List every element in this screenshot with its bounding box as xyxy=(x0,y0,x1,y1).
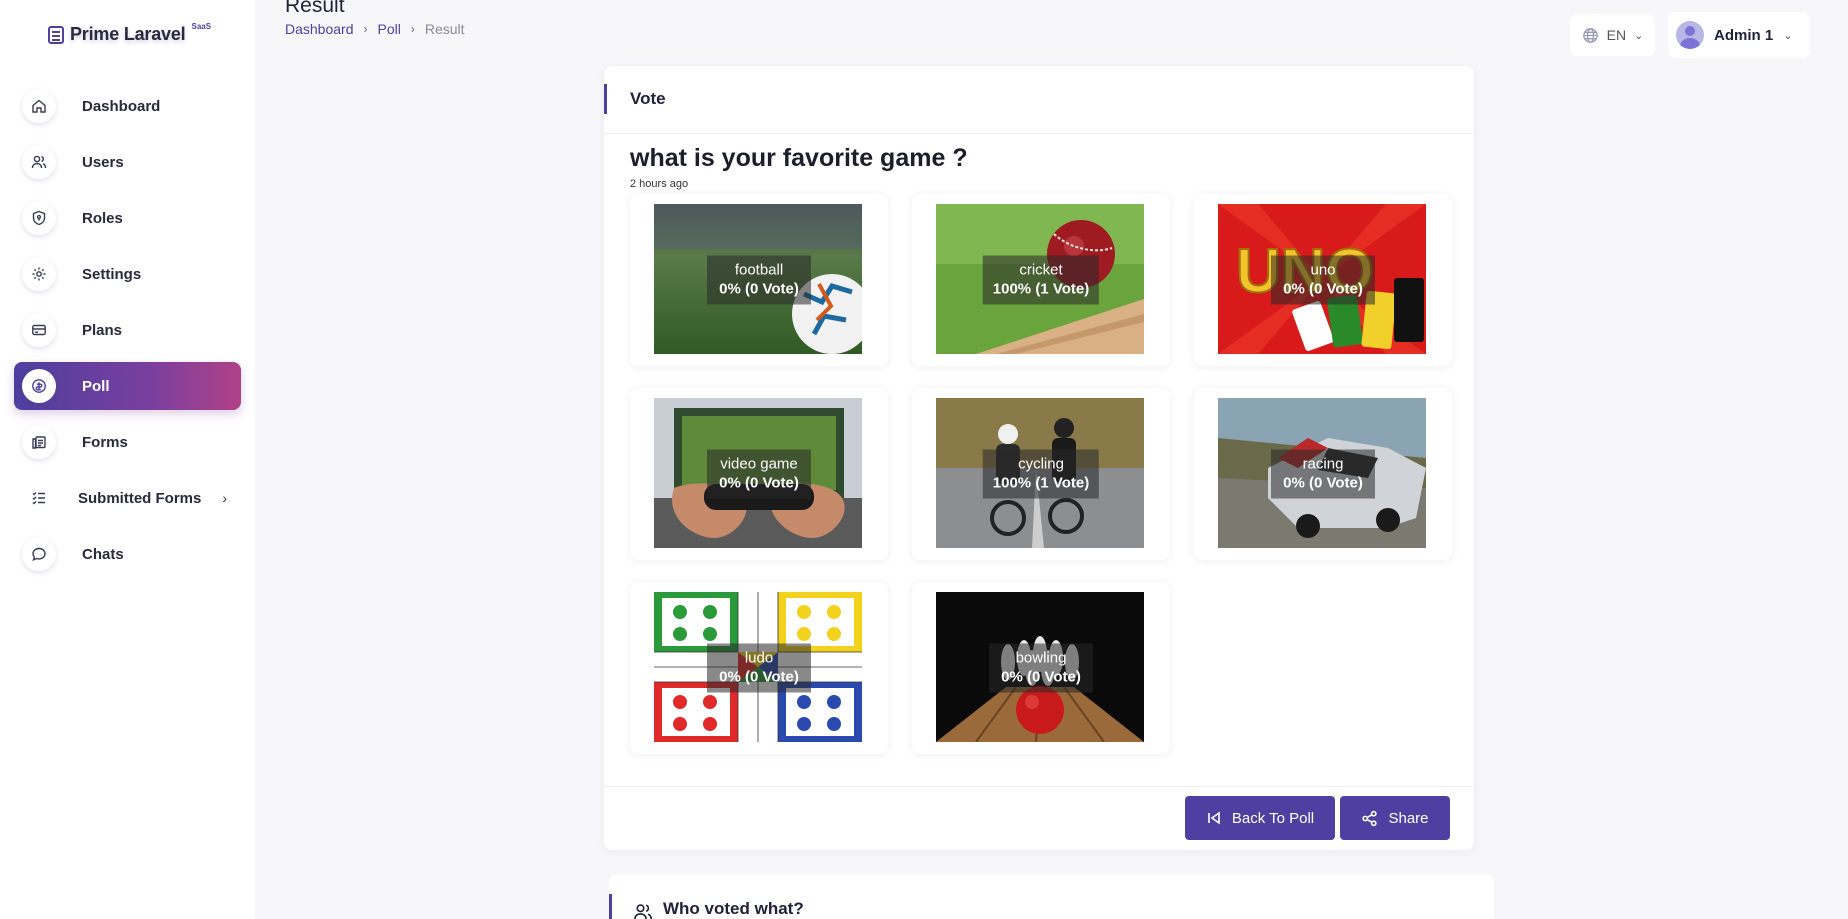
breadcrumb-poll[interactable]: Poll xyxy=(378,21,401,37)
option-result-overlay: uno 0% (0 Vote) xyxy=(1271,255,1375,305)
avatar xyxy=(1676,21,1704,49)
accent-bar xyxy=(609,894,612,919)
skip-back-icon xyxy=(1208,811,1220,825)
sidebar-item-users[interactable]: Users xyxy=(14,138,241,186)
sidebar-item-roles[interactable]: Roles xyxy=(14,194,241,242)
chevron-down-icon: ⌄ xyxy=(1634,29,1644,42)
option-result: 0% (0 Vote) xyxy=(1001,668,1081,686)
share-icon xyxy=(1362,810,1378,826)
share-label: Share xyxy=(1388,809,1429,827)
poll-option-cricket[interactable]: cricket 100% (1 Vote) xyxy=(912,194,1170,366)
option-result-overlay: bowling 0% (0 Vote) xyxy=(989,643,1093,693)
users-icon xyxy=(633,902,653,919)
option-result-overlay: racing 0% (0 Vote) xyxy=(1271,449,1375,499)
option-result: 0% (0 Vote) xyxy=(719,280,799,298)
sidebar-item-label: Forms xyxy=(82,433,128,451)
gear-icon xyxy=(22,257,56,291)
option-result-overlay: cricket 100% (1 Vote) xyxy=(982,255,1100,305)
option-result-overlay: cycling 100% (1 Vote) xyxy=(982,449,1100,499)
sidebar-item-label: Poll xyxy=(82,377,110,395)
option-result: 0% (0 Vote) xyxy=(719,668,799,686)
app-badge: SaaS xyxy=(191,22,212,31)
option-name: video game xyxy=(720,455,798,473)
poll-question: what is your favorite game ? xyxy=(630,144,968,172)
breadcrumb-result: Result xyxy=(424,21,465,37)
option-result: 100% (1 Vote) xyxy=(992,474,1090,492)
sidebar: Prime Laravel SaaS Dashboard Users Roles xyxy=(0,0,255,919)
option-name: racing xyxy=(1302,455,1344,473)
back-to-poll-label: Back To Poll xyxy=(1231,809,1315,827)
sidebar-item-chats[interactable]: Chats xyxy=(14,530,241,578)
breadcrumb-dashboard[interactable]: Dashboard xyxy=(285,21,354,37)
forms-icon xyxy=(22,425,56,459)
poll-option-ludo[interactable]: ludo 0% (0 Vote) xyxy=(630,582,888,754)
globe-icon xyxy=(1582,27,1598,43)
option-result: 0% (0 Vote) xyxy=(1283,280,1363,298)
accent-bar xyxy=(604,84,607,114)
sidebar-item-submitted-forms[interactable]: Submitted Forms › xyxy=(14,474,241,522)
sidebar-item-forms[interactable]: Forms xyxy=(14,418,241,466)
user-menu[interactable]: Admin 1 ⌄ xyxy=(1668,12,1810,58)
sidebar-item-label: Users xyxy=(82,153,124,171)
who-voted-card: Who voted what? xyxy=(609,874,1494,919)
sidebar-item-label: Dashboard xyxy=(82,97,161,115)
chat-icon xyxy=(22,537,56,571)
poll-option-cycling[interactable]: cycling 100% (1 Vote) xyxy=(912,388,1170,560)
logo-icon xyxy=(48,25,64,44)
back-to-poll-button[interactable]: Back To Poll xyxy=(1185,796,1335,840)
shield-icon xyxy=(22,201,56,235)
home-icon xyxy=(22,89,56,123)
sidebar-item-poll[interactable]: Poll xyxy=(14,362,241,410)
who-voted-title: Who voted what? xyxy=(663,899,804,918)
option-name: cricket xyxy=(1019,261,1063,279)
option-result: 0% (0 Vote) xyxy=(1283,474,1363,492)
sidebar-item-label: Plans xyxy=(82,321,123,339)
sidebar-item-plans[interactable]: Plans xyxy=(14,306,241,354)
option-result-overlay: football 0% (0 Vote) xyxy=(707,255,811,305)
option-name: ludo xyxy=(744,649,774,667)
vote-card: Vote what is your favorite game ? 2 hour… xyxy=(604,66,1474,850)
checklist-icon xyxy=(22,481,56,515)
option-name: football xyxy=(734,261,784,279)
vote-card-title: Vote xyxy=(630,89,666,108)
option-name: cycling xyxy=(1018,455,1064,473)
sidebar-item-label: Chats xyxy=(82,545,124,563)
option-name: uno xyxy=(1310,261,1336,279)
sidebar-item-label: Roles xyxy=(82,209,123,227)
language-selector[interactable]: EN ⌄ xyxy=(1570,14,1655,56)
breadcrumb: Dashboard › Poll › Result xyxy=(285,21,465,37)
option-result-overlay: video game 0% (0 Vote) xyxy=(707,449,811,499)
chevron-right-icon: › xyxy=(363,22,368,36)
sidebar-item-settings[interactable]: Settings xyxy=(14,250,241,298)
sidebar-nav: Dashboard Users Roles Settings Plans Pol… xyxy=(14,82,241,586)
poll-option-bowling[interactable]: bowling 0% (0 Vote) xyxy=(912,582,1170,754)
vote-card-footer xyxy=(604,786,1474,787)
poll-option-video-game[interactable]: video game 0% (0 Vote) xyxy=(630,388,888,560)
card-icon xyxy=(22,313,56,347)
poll-timestamp: 2 hours ago xyxy=(630,178,689,190)
chevron-down-icon: ⌄ xyxy=(1783,29,1793,42)
share-button[interactable]: Share xyxy=(1340,796,1450,840)
sidebar-item-dashboard[interactable]: Dashboard xyxy=(14,82,241,130)
chevron-right-icon: › xyxy=(222,490,227,506)
user-name: Admin 1 xyxy=(1714,26,1774,44)
poll-option-football[interactable]: football 0% (0 Vote) xyxy=(630,194,888,366)
option-name: bowling xyxy=(1015,649,1067,667)
sidebar-item-label: Settings xyxy=(82,265,142,283)
option-result: 0% (0 Vote) xyxy=(719,474,799,492)
app-name: Prime Laravel xyxy=(70,24,186,44)
poll-option-uno[interactable]: UNO uno 0% (0 Vote) xyxy=(1194,194,1452,366)
vote-card-header: Vote xyxy=(604,66,1474,134)
language-label: EN xyxy=(1606,27,1627,43)
sidebar-item-label: Submitted Forms xyxy=(78,489,202,507)
app-logo[interactable]: Prime Laravel SaaS xyxy=(48,22,212,45)
option-result: 100% (1 Vote) xyxy=(992,280,1090,298)
poll-option-racing[interactable]: racing 0% (0 Vote) xyxy=(1194,388,1452,560)
chevron-right-icon: › xyxy=(410,22,415,36)
poll-icon xyxy=(22,369,56,403)
option-result-overlay: ludo 0% (0 Vote) xyxy=(707,643,811,693)
users-icon xyxy=(22,145,56,179)
page-title: Result xyxy=(285,0,345,17)
